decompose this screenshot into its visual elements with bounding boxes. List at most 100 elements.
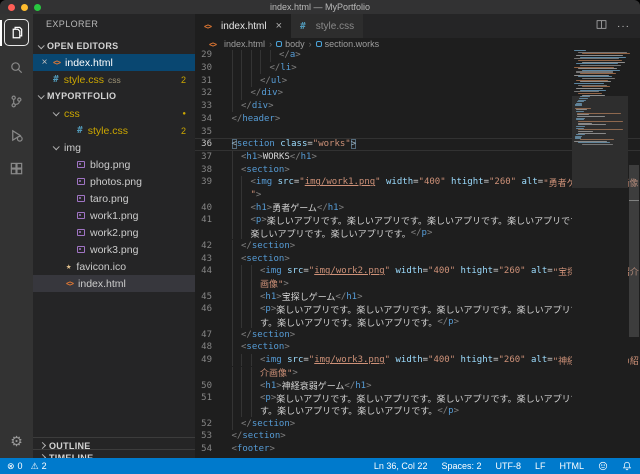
file-label: blog.png xyxy=(90,158,131,171)
token: 勇者ゲーム xyxy=(272,204,317,215)
breadcrumb-item-body[interactable]: body xyxy=(276,39,305,49)
editor-scrollbar xyxy=(628,50,640,458)
activity-debug-icon[interactable] xyxy=(0,118,33,152)
open-editor-index.html[interactable]: × <> index.html xyxy=(33,54,195,71)
indent-guides xyxy=(222,404,260,418)
token: </ xyxy=(250,88,262,99)
bell-icon[interactable] xyxy=(622,461,632,471)
scrollbar-thumb[interactable] xyxy=(629,165,639,337)
open-editors-header[interactable]: OPEN EDITORS xyxy=(33,38,195,54)
indent-guides xyxy=(222,264,260,278)
tree-item-photos.png[interactable]: photos.png xyxy=(33,173,195,190)
close-icon[interactable]: × xyxy=(40,57,49,68)
token: > xyxy=(350,139,357,150)
indent-guides xyxy=(222,277,260,291)
line-number: 29 xyxy=(201,50,212,61)
token: </ xyxy=(437,317,449,328)
workspace-header[interactable]: MYPORTFOLIO xyxy=(33,88,195,104)
code-text: 画像" > xyxy=(222,277,289,290)
file-label: work1.png xyxy=(90,209,139,222)
status-lf[interactable]: LF xyxy=(535,461,546,471)
token: 神経衰弱ゲーム xyxy=(281,382,345,393)
minimap-slider[interactable] xyxy=(572,96,628,188)
activity-source-control-icon[interactable] xyxy=(0,84,33,118)
tree-item-css[interactable]: css ● xyxy=(33,105,195,122)
problems-badge: 2 xyxy=(180,74,186,85)
token: > xyxy=(277,88,284,99)
code-editor[interactable]: 54 < footer >53 </section >52 </section > す。楽しいア… xyxy=(195,50,640,458)
tree-item-index.html[interactable]: <> index.html xyxy=(33,275,195,292)
image-file-icon xyxy=(77,195,85,202)
tab-style.css[interactable]: # style.css xyxy=(291,14,365,38)
tree-item-style.css[interactable]: # style.css 2 xyxy=(33,122,195,139)
close-icon[interactable]: × xyxy=(276,20,282,32)
activity-search-icon[interactable] xyxy=(0,50,33,84)
token: > xyxy=(453,317,459,328)
status-utf-8[interactable]: UTF-8 xyxy=(495,461,521,471)
breadcrumb-item-index.html[interactable]: <> index.html xyxy=(209,39,265,49)
token: "260" xyxy=(498,355,526,366)
close-window-button[interactable] xyxy=(8,3,15,11)
indent-guides xyxy=(222,391,260,405)
open-editor-style.css[interactable]: # style.css css 2 xyxy=(33,71,195,88)
feedback-icon[interactable] xyxy=(598,461,608,471)
tab-index.html[interactable]: <> index.html × xyxy=(195,14,292,38)
status-spaces-2[interactable]: Spaces: 2 xyxy=(441,461,481,471)
line-number: 41 xyxy=(201,215,212,226)
code-text: < section class = "works" > xyxy=(222,138,357,151)
token: htight xyxy=(451,177,484,188)
token: h1 xyxy=(265,291,277,302)
line-number: 34 xyxy=(201,113,212,124)
tree-item-img[interactable]: img xyxy=(33,139,195,156)
code-text: < h1 > 神経衰弱ゲーム </h1 > xyxy=(222,379,372,392)
split-editor-icon[interactable] xyxy=(596,17,607,35)
minimize-window-button[interactable] xyxy=(21,3,28,11)
token: </ xyxy=(241,101,252,112)
token: h1 xyxy=(300,151,312,162)
tab-label: style.css xyxy=(315,20,355,32)
tree-item-work3.png[interactable]: work3.png xyxy=(33,241,195,258)
status-ln-36-col-22[interactable]: Ln 36, Col 22 xyxy=(374,461,428,471)
line-number: 39 xyxy=(201,177,212,188)
token: section xyxy=(242,431,281,442)
tree-item-work1.png[interactable]: work1.png xyxy=(33,207,195,224)
indent-guides xyxy=(222,74,260,88)
status-html[interactable]: HTML xyxy=(560,461,585,471)
token: 楽しいアプリです。楽しいアプリです。楽しいアプリです。楽しいアプリです。 xyxy=(266,216,588,227)
token: h1 xyxy=(265,380,277,391)
image-file-icon xyxy=(77,161,85,168)
code-text: < h1 > 勇者ゲーム </h1 > xyxy=(222,201,344,214)
code-text: </ul > xyxy=(222,74,287,88)
code-text: < h1 > 宝探しゲーム </h1 > xyxy=(222,290,363,303)
minimap-line xyxy=(574,83,604,85)
minimap-line xyxy=(576,87,603,90)
token: 宝探しゲーム xyxy=(281,293,336,304)
activity-explorer-icon[interactable] xyxy=(0,16,33,50)
problems-status[interactable]: ⊗ 0 ⚠ 2 xyxy=(0,461,52,472)
token: section xyxy=(246,342,285,353)
code-text: < footer > xyxy=(222,443,275,456)
token: > xyxy=(280,431,286,442)
tree-item-blog.png[interactable]: blog.png xyxy=(33,156,195,173)
code-text: </section > xyxy=(222,430,286,443)
line-number: 43 xyxy=(201,253,212,264)
file-label: style.css xyxy=(87,124,128,137)
token: alt xyxy=(531,355,548,366)
tree-item-taro.png[interactable]: taro.png xyxy=(33,190,195,207)
minimap-line xyxy=(576,54,623,57)
more-actions-icon[interactable]: ··· xyxy=(617,21,630,32)
zoom-window-button[interactable] xyxy=(34,3,41,11)
breadcrumb-label: section.works xyxy=(324,39,380,49)
line-number: 45 xyxy=(201,291,212,302)
token: "works" xyxy=(312,139,351,150)
breadcrumb-item-section.works[interactable]: section.works xyxy=(315,39,380,49)
token: </ xyxy=(437,405,449,416)
token: </ xyxy=(410,228,422,239)
token: section xyxy=(236,139,275,150)
minimap[interactable] xyxy=(572,50,630,458)
gear-icon[interactable]: ⚙ xyxy=(0,428,33,454)
tree-item-work2.png[interactable]: work2.png xyxy=(33,224,195,241)
tree-item-favicon.ico[interactable]: ★ favicon.ico xyxy=(33,258,195,275)
activity-extensions-icon[interactable] xyxy=(0,152,33,186)
indent-guides xyxy=(222,315,260,329)
